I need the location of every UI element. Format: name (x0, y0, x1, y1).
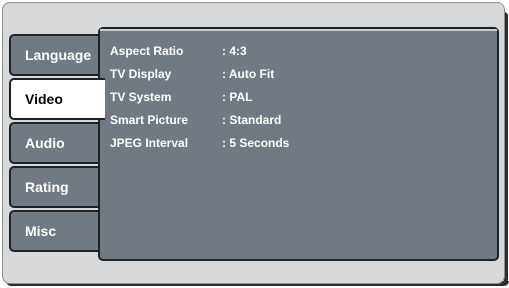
video-settings-panel: Aspect Ratio : 4:3 TV Display : Auto Fit… (98, 27, 499, 261)
tab-video[interactable]: Video (9, 78, 105, 120)
setting-label: Aspect Ratio (110, 44, 184, 58)
setting-value: : 5 Seconds (222, 136, 290, 150)
panel-top-highlight (100, 29, 497, 31)
setting-label: JPEG Interval (110, 136, 189, 150)
tab-language-label: Language (25, 47, 92, 63)
tab-audio[interactable]: Audio (9, 122, 101, 164)
tab-language[interactable]: Language (9, 34, 101, 76)
setting-value: : 4:3 (222, 44, 247, 58)
tab-misc[interactable]: Misc (9, 210, 101, 252)
tab-video-label: Video (25, 91, 63, 107)
tab-rating-label: Rating (25, 179, 69, 195)
tab-rating[interactable]: Rating (9, 166, 101, 208)
tab-audio-label: Audio (25, 135, 65, 151)
setting-label: TV Display (110, 67, 172, 81)
setting-value: : Auto Fit (222, 67, 275, 81)
tab-misc-label: Misc (25, 223, 57, 239)
setting-value: : Standard (222, 113, 282, 127)
setting-label: Smart Picture (110, 113, 189, 127)
setting-label: TV System (110, 90, 172, 104)
setting-value: : PAL (222, 90, 253, 104)
